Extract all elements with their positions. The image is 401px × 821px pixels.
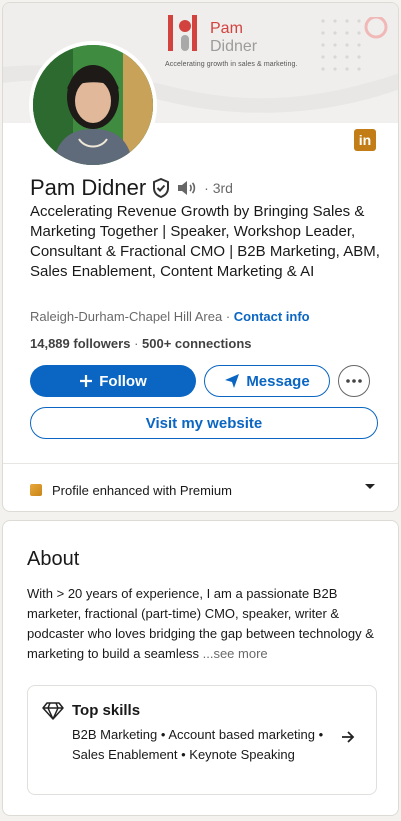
followers-count[interactable]: 14,889 followers <box>30 336 130 351</box>
brand-logo-icon <box>168 15 197 51</box>
contact-info-link[interactable]: Contact info <box>234 309 310 324</box>
connection-degree: · 3rd <box>204 180 233 196</box>
stats-row: 14,889 followers · 500+ connections <box>30 336 252 351</box>
brand-name-second: Didner <box>210 38 258 55</box>
website-label: Visit my website <box>145 414 263 432</box>
stats-separator: · <box>134 336 143 351</box>
see-more-link[interactable]: ...see more <box>203 646 268 661</box>
location-row: Raleigh-Durham-Chapel Hill Area · Contac… <box>30 309 310 324</box>
brand-tagline: Accelerating growth in sales & marketing… <box>165 61 298 68</box>
premium-label: Profile enhanced with Premium <box>52 482 232 498</box>
decorative-dots-icon <box>321 17 388 71</box>
profile-headline: Accelerating Revenue Growth by Bringing … <box>30 203 380 280</box>
profile-avatar[interactable] <box>29 41 157 169</box>
brand-name-first: Pam <box>210 20 243 37</box>
speaker-icon[interactable] <box>176 179 196 197</box>
send-icon <box>225 374 240 388</box>
visit-website-button[interactable]: Visit my website <box>30 407 378 439</box>
divider <box>3 463 398 464</box>
about-text: With > 20 years of experience, I am a pa… <box>27 584 377 664</box>
gem-icon <box>42 702 64 720</box>
follow-button[interactable]: Follow <box>30 365 196 397</box>
premium-icon <box>30 484 42 496</box>
caret-down-icon[interactable] <box>364 483 376 491</box>
top-skills-title: Top skills <box>72 702 141 719</box>
follow-label: Follow <box>99 372 147 390</box>
message-button[interactable]: Message <box>204 365 330 397</box>
profile-name: Pam Didner <box>30 175 147 200</box>
message-label: Message <box>246 372 310 390</box>
plus-icon <box>80 375 93 387</box>
arrow-right-icon[interactable] <box>340 729 356 745</box>
about-title: About <box>27 548 80 570</box>
about-body: With > 20 years of experience, I am a pa… <box>27 586 374 661</box>
top-skills-box[interactable]: Top skills B2B Marketing • Account based… <box>27 685 377 795</box>
name-row: Pam Didner · 3rd <box>30 173 233 203</box>
more-icon <box>346 379 362 383</box>
linkedin-icon[interactable]: in <box>354 129 376 151</box>
more-button[interactable] <box>338 365 370 397</box>
avatar-photo <box>33 45 153 165</box>
profile-location: Raleigh-Durham-Chapel Hill Area <box>30 309 223 324</box>
location-separator: · <box>225 309 231 324</box>
premium-row[interactable]: Profile enhanced with Premium <box>30 480 378 500</box>
verified-shield-icon[interactable] <box>152 178 170 198</box>
about-card: About With > 20 years of experience, I a… <box>2 520 399 816</box>
top-skills-list: B2B Marketing • Account based marketing … <box>72 727 324 762</box>
connections-count: 500+ connections <box>142 336 252 351</box>
profile-card: Pam Didner Accelerating growth in sales … <box>2 2 399 512</box>
